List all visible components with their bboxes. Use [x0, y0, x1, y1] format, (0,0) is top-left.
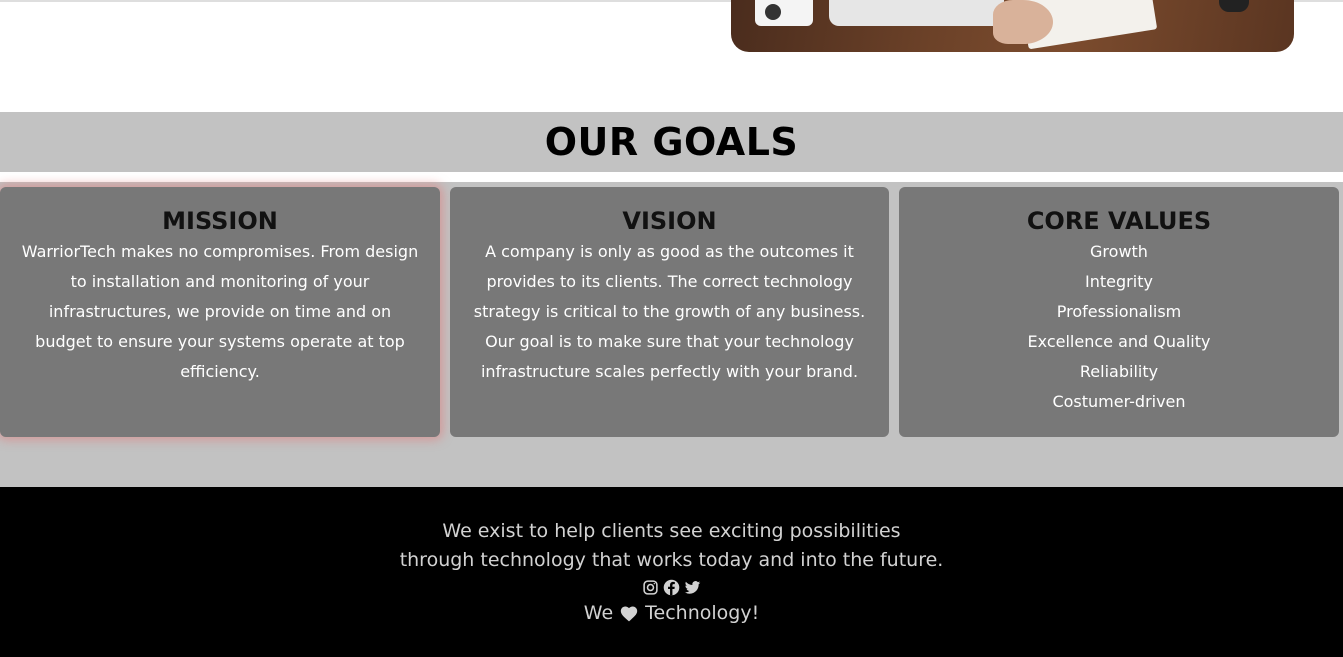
footer-tagline: We exist to help clients see exciting po…: [0, 487, 1343, 575]
page: OUR GOALS MISSION WarriorTech makes no c…: [0, 0, 1343, 657]
love-prefix: We: [583, 602, 614, 624]
mission-title: MISSION: [162, 207, 278, 235]
core-value-item: Integrity: [1085, 272, 1153, 291]
footer: We exist to help clients see exciting po…: [0, 487, 1343, 657]
section-divider: [0, 172, 1343, 182]
phone-illustration: [755, 0, 813, 26]
hand-illustration: [993, 0, 1053, 44]
mug-illustration: [1219, 0, 1249, 12]
core-value-item: Reliability: [1079, 362, 1159, 381]
core-value-item: Professionalism: [1056, 302, 1182, 321]
vision-text: A company is only as good as the outcome…: [473, 242, 866, 381]
goals-title-band: OUR GOALS: [0, 112, 1343, 172]
vision-card[interactable]: VISION A company is only as good as the …: [450, 187, 889, 437]
core-value-item: Excellence and Quality: [1027, 332, 1211, 351]
mission-card[interactable]: MISSION WarriorTech makes no compromises…: [0, 187, 440, 437]
instagram-icon[interactable]: [642, 579, 659, 597]
goals-section: OUR GOALS MISSION WarriorTech makes no c…: [0, 112, 1343, 487]
social-links: [0, 579, 1343, 597]
footer-tagline-line: through technology that works today and …: [399, 549, 944, 571]
vision-title: VISION: [622, 207, 717, 235]
core-value-item: Costumer-driven: [1052, 392, 1186, 411]
facebook-icon[interactable]: [663, 579, 680, 597]
footer-tagline-line: We exist to help clients see exciting po…: [442, 520, 901, 542]
workspace-photo: [731, 0, 1294, 52]
core-value-item: Growth: [1090, 242, 1148, 261]
goals-title: OUR GOALS: [544, 120, 799, 164]
core-values-card[interactable]: CORE VALUES Growth Integrity Professiona…: [899, 187, 1339, 437]
laptop-illustration: [829, 0, 1004, 26]
mission-text: WarriorTech makes no compromises. From d…: [21, 242, 419, 381]
core-values-title: CORE VALUES: [1026, 207, 1212, 235]
core-values-list: Growth Integrity Professionalism Excelle…: [899, 237, 1339, 417]
love-line: We Technology!: [0, 599, 1343, 627]
heart-icon: [619, 604, 639, 622]
twitter-icon[interactable]: [684, 579, 701, 597]
love-suffix: Technology!: [645, 602, 760, 624]
